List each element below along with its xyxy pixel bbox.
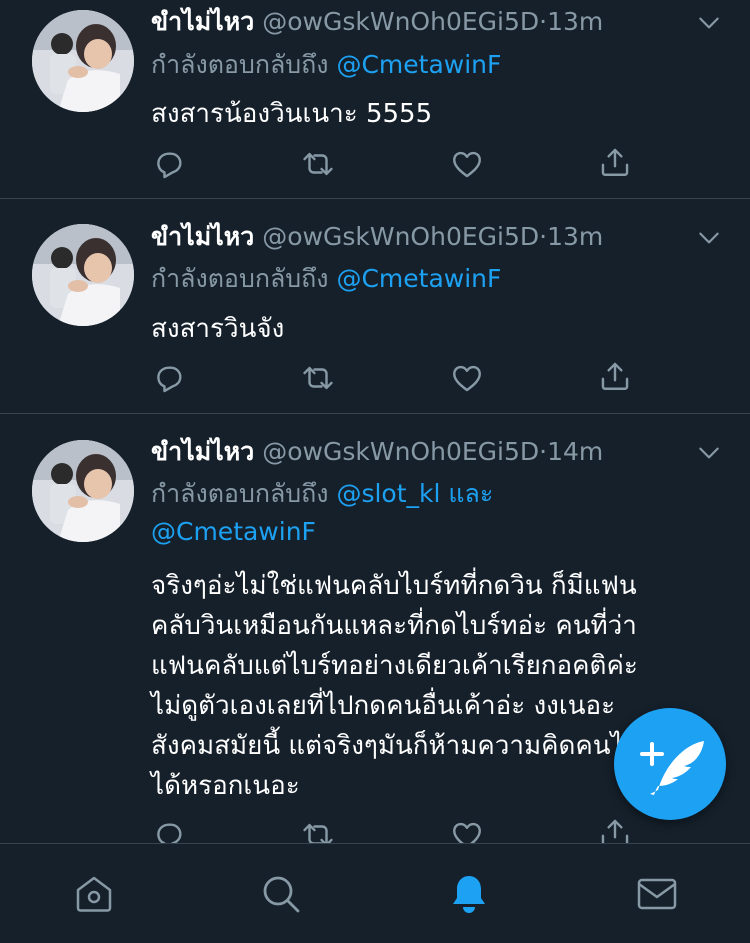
- chevron-down-icon[interactable]: [696, 440, 722, 466]
- display-name[interactable]: ขำไม่ไหว: [151, 222, 254, 251]
- tweet-text-line: แฟนคลับแต่ไบร์ทอย่างเดียวเค้าเรียกอคติค่…: [151, 651, 638, 681]
- separator: ·: [539, 437, 548, 466]
- reply-context: กำลังตอบกลับถึง @slot_kl และ @CmetawinF: [151, 475, 671, 551]
- timestamp[interactable]: 14m: [547, 437, 603, 466]
- tweet-1[interactable]: ขำไม่ไหว @owGskWnOh0EGi5D·13m กำลังตอบกล…: [0, 0, 750, 198]
- avatar[interactable]: [32, 440, 134, 542]
- share-icon[interactable]: [598, 359, 632, 393]
- envelope-icon[interactable]: [635, 872, 679, 916]
- tweet-2[interactable]: ขำไม่ไหว @owGskWnOh0EGi5D·13m กำลังตอบกล…: [0, 199, 750, 413]
- handle[interactable]: @owGskWnOh0EGi5D: [262, 7, 539, 36]
- mention-link[interactable]: @CmetawinF: [336, 50, 501, 79]
- separator: ·: [539, 222, 548, 251]
- bottom-nav: [0, 843, 750, 943]
- chevron-down-icon[interactable]: [696, 10, 722, 36]
- mention-link[interactable]: @slot_kl: [336, 479, 440, 508]
- reply-prefix: กำลังตอบกลับถึง: [151, 479, 329, 508]
- timestamp[interactable]: 13m: [547, 7, 603, 36]
- display-name[interactable]: ขำไม่ไหว: [151, 437, 254, 466]
- avatar[interactable]: [32, 10, 134, 112]
- retweet-icon[interactable]: [301, 361, 335, 395]
- timestamp[interactable]: 13m: [547, 222, 603, 251]
- tweet-header: ขำไม่ไหว @owGskWnOh0EGi5D·13m: [151, 221, 603, 253]
- reply-prefix: กำลังตอบกลับถึง: [151, 50, 329, 79]
- heart-icon[interactable]: [450, 361, 484, 395]
- reply-context: กำลังตอบกลับถึง @CmetawinF: [151, 260, 671, 298]
- tweet-text: สงสารน้องวินเนาะ 5555: [151, 99, 433, 129]
- reply-context: กำลังตอบกลับถึง @CmetawinF: [151, 46, 671, 84]
- search-icon[interactable]: [259, 872, 303, 916]
- avatar[interactable]: [32, 224, 134, 326]
- tweet-text: สงสารวินจัง: [151, 314, 285, 344]
- share-icon[interactable]: [598, 145, 632, 179]
- retweet-icon[interactable]: [301, 147, 335, 181]
- tweet-text-line: จริงๆอ่ะไม่ใช่แฟนคลับไบร์ทที่กดวิน ก็มีแ…: [151, 571, 637, 601]
- display-name[interactable]: ขำไม่ไหว: [151, 7, 254, 36]
- tweet-header: ขำไม่ไหว @owGskWnOh0EGi5D·13m: [151, 6, 603, 38]
- mention-link[interactable]: @CmetawinF: [336, 264, 501, 293]
- mention-link[interactable]: @CmetawinF: [151, 517, 316, 546]
- compose-tweet-button[interactable]: [614, 708, 726, 820]
- handle[interactable]: @owGskWnOh0EGi5D: [262, 437, 539, 466]
- reply-icon[interactable]: [152, 361, 186, 395]
- chevron-down-icon[interactable]: [696, 225, 722, 251]
- tweet-text-line: คลับวินเหมือนกันแหละที่กดไบร์ทอ่ะ คนที่ว…: [151, 611, 637, 641]
- separator: ·: [539, 7, 548, 36]
- handle[interactable]: @owGskWnOh0EGi5D: [262, 222, 539, 251]
- heart-icon[interactable]: [450, 147, 484, 181]
- bell-icon[interactable]: [447, 872, 491, 916]
- home-icon[interactable]: [72, 872, 116, 916]
- tweet-header: ขำไม่ไหว @owGskWnOh0EGi5D·14m: [151, 436, 603, 468]
- reply-icon[interactable]: [152, 147, 186, 181]
- reply-prefix: กำลังตอบกลับถึง: [151, 264, 329, 293]
- mention-joiner: และ: [448, 479, 494, 508]
- compose-tweet-icon: [640, 741, 704, 795]
